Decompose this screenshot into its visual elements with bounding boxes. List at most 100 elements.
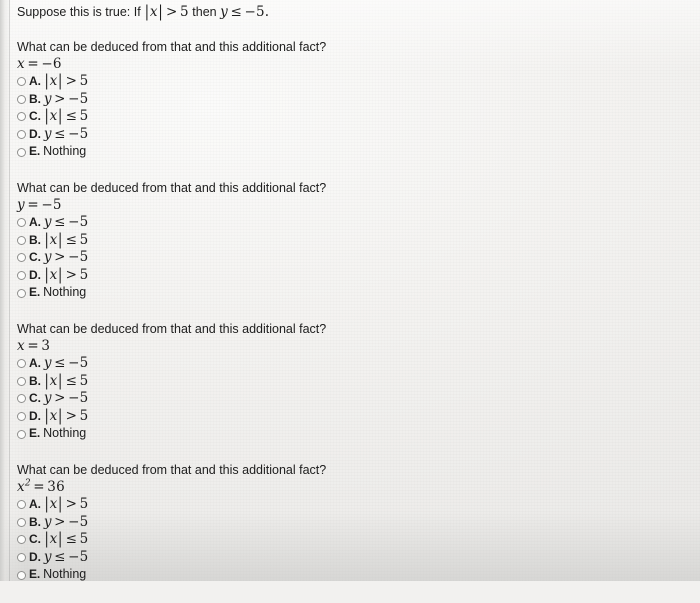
option-3-a[interactable]: A. y ≤ −5 <box>17 355 700 373</box>
option-letter: B. <box>29 232 41 247</box>
premise-condition: |x| >5 <box>144 2 189 22</box>
option-2-b[interactable]: B. |x| ≤5 <box>17 230 700 250</box>
option-letter: B. <box>29 373 41 388</box>
option-label: Nothing <box>43 426 87 441</box>
option-1-c[interactable]: C. |x| ≤5 <box>17 106 700 126</box>
radio-icon[interactable] <box>17 412 26 422</box>
radio-icon[interactable] <box>17 235 26 245</box>
option-4-a[interactable]: A. |x| >5 <box>17 494 700 514</box>
option-1-a[interactable]: A. |x| >5 <box>17 71 700 91</box>
radio-icon[interactable] <box>17 130 26 140</box>
option-1-d[interactable]: D. y ≤ −5 <box>17 126 700 144</box>
radio-icon[interactable] <box>17 394 26 404</box>
option-letter: A. <box>29 74 41 88</box>
prompt-3: What can be deduced from that and this a… <box>17 321 327 336</box>
option-letter: D. <box>29 267 41 282</box>
option-label: |x| ≤5 <box>44 230 89 249</box>
option-label: y ≤ −5 <box>43 548 89 565</box>
option-letter: C. <box>29 391 41 406</box>
option-letter: B. <box>29 514 41 529</box>
radio-icon[interactable] <box>17 517 26 527</box>
option-label: y ≤ −5 <box>43 125 89 142</box>
question-sheet: Suppose this is true: If |x| >5 then y ≤ −5… <box>17 2 700 603</box>
option-letter: C. <box>29 532 41 547</box>
premise-lead: Suppose this is true: If <box>17 5 141 19</box>
radio-icon[interactable] <box>17 359 26 369</box>
radio-icon[interactable] <box>17 147 26 157</box>
option-label: |x| ≤5 <box>44 529 89 549</box>
option-2-a[interactable]: A. y ≤ −5 <box>17 214 700 232</box>
radio-icon[interactable] <box>17 94 26 104</box>
question-block-4: What can be deduced from that and this a… <box>17 462 700 584</box>
option-letter: A. <box>29 496 41 511</box>
premise-connector: then <box>192 5 217 19</box>
radio-icon[interactable] <box>17 552 26 562</box>
radio-icon[interactable] <box>17 112 26 122</box>
option-letter: E. <box>29 426 41 441</box>
radio-icon[interactable] <box>17 218 26 228</box>
option-label: |x| >5 <box>44 494 89 513</box>
prompt-4: What can be deduced from that and this a… <box>17 462 327 477</box>
option-label: y ≤ −5 <box>43 354 89 371</box>
option-letter: C. <box>29 109 41 124</box>
option-4-c[interactable]: C. |x| ≤5 <box>17 529 700 549</box>
fact-1: x = −6 <box>17 56 62 72</box>
option-3-e[interactable]: E. Nothing <box>17 425 700 443</box>
option-letter: E. <box>29 144 41 159</box>
option-1-e[interactable]: E. Nothing <box>17 143 700 161</box>
prompt-2: What can be deduced from that and this a… <box>17 180 327 195</box>
premise-consequent: y ≤ −5. <box>220 4 270 20</box>
options-list-1: A. |x| >5 B. y > −5 C. |x| ≤5 D. y ≤ −5 E. <box>17 71 700 161</box>
option-letter: D. <box>29 126 41 141</box>
option-letter: E. <box>29 285 41 300</box>
option-label: |x| >5 <box>44 406 89 425</box>
option-label: |x| ≤5 <box>44 371 89 390</box>
prompt-1: What can be deduced from that and this a… <box>17 40 327 54</box>
option-2-e[interactable]: E. Nothing <box>17 284 700 302</box>
option-4-b[interactable]: B. y > −5 <box>17 514 700 532</box>
radio-icon[interactable] <box>17 500 26 510</box>
option-3-c[interactable]: C. y > −5 <box>17 390 700 408</box>
radio-icon[interactable] <box>17 376 26 386</box>
fact-4: x2 = 36 <box>17 478 65 495</box>
page-edge-line <box>9 0 10 581</box>
option-label: Nothing <box>43 144 87 159</box>
option-1-b[interactable]: B. y > −5 <box>17 91 700 109</box>
option-label: |x| ≤5 <box>44 106 89 126</box>
option-label: Nothing <box>43 567 87 582</box>
radio-icon[interactable] <box>17 570 26 580</box>
options-list-4: A. |x| >5 B. y > −5 C. |x| ≤5 D. y ≤ −5 E. <box>17 494 700 584</box>
options-list-3: A. y ≤ −5 B. |x| ≤5 C. y > −5 D. |x| >5 E. <box>17 355 700 443</box>
option-letter: C. <box>29 250 41 265</box>
option-letter: A. <box>29 355 41 370</box>
options-list-2: A. y ≤ −5 B. |x| ≤5 C. y > −5 D. |x| >5 E. <box>17 214 700 302</box>
option-2-c[interactable]: C. y > −5 <box>17 249 700 267</box>
radio-icon[interactable] <box>17 288 26 298</box>
option-3-d[interactable]: D. |x| >5 <box>17 406 700 426</box>
radio-icon[interactable] <box>17 429 26 439</box>
option-label: |x| >5 <box>44 265 89 284</box>
fact-2: y = −5 <box>17 196 62 213</box>
fact-3: x = 3 <box>17 337 51 354</box>
radio-icon[interactable] <box>17 77 26 87</box>
option-letter: D. <box>29 408 41 423</box>
option-label: y > −5 <box>43 390 89 407</box>
option-4-e[interactable]: E. Nothing <box>17 566 700 584</box>
radio-icon[interactable] <box>17 535 26 545</box>
question-block-3: What can be deduced from that and this a… <box>17 321 700 443</box>
option-label: Nothing <box>43 285 87 300</box>
question-block-1: What can be deduced from that and this a… <box>17 39 700 161</box>
radio-icon[interactable] <box>17 253 26 263</box>
option-label: y ≤ −5 <box>43 213 89 230</box>
option-label: y > −5 <box>43 90 89 107</box>
option-2-d[interactable]: D. |x| >5 <box>17 265 700 285</box>
option-label: |x| >5 <box>44 71 89 91</box>
premise-statement: Suppose this is true: If |x| >5 then y ≤ −5… <box>17 2 700 22</box>
option-3-b[interactable]: B. |x| ≤5 <box>17 371 700 391</box>
option-4-d[interactable]: D. y ≤ −5 <box>17 549 700 567</box>
option-letter: E. <box>29 567 41 582</box>
option-label: y > −5 <box>43 249 89 266</box>
question-block-2: What can be deduced from that and this a… <box>17 180 700 302</box>
radio-icon[interactable] <box>17 271 26 281</box>
option-letter: A. <box>29 214 41 229</box>
